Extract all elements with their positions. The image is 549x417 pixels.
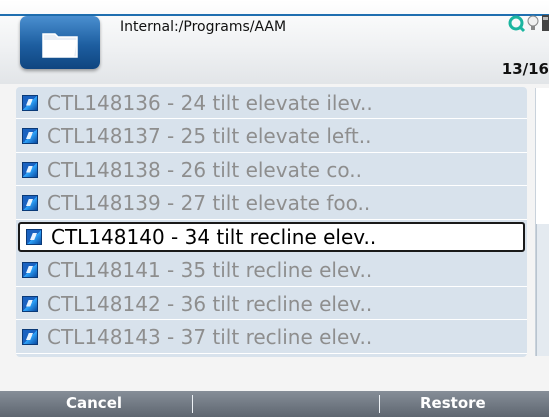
item-counter: 13/16 (501, 60, 549, 78)
cancel-button[interactable]: Cancel (66, 394, 122, 412)
restore-button[interactable]: Restore (420, 394, 486, 412)
storage-icon[interactable] (542, 15, 549, 31)
list-item[interactable]: CTL148142 - 36 tilt recline elev.. (16, 288, 527, 320)
current-path: Internal:/Programs/AAM (120, 19, 287, 35)
program-file-icon (22, 128, 38, 144)
list-item-label: CTL148137 - 25 tilt elevate left.. (47, 124, 372, 148)
program-file-icon (22, 295, 38, 312)
folder-glyph-icon (42, 32, 78, 58)
softkey-bar: Cancel Restore (0, 391, 549, 417)
search-icon[interactable] (508, 15, 526, 33)
softkey-divider (192, 395, 193, 413)
program-file-icon (22, 94, 38, 111)
scrollbar-thumb[interactable] (536, 224, 549, 356)
list-item[interactable]: CTL148143 - 37 tilt recline elev.. (16, 322, 527, 354)
program-file-icon (22, 195, 38, 211)
program-file-icon (22, 262, 38, 278)
list-item-label: CTL148138 - 26 tilt elevate co.. (47, 157, 362, 182)
list-item-label: CTL148139 - 27 tilt elevate foo.. (47, 191, 371, 215)
program-file-icon (22, 329, 38, 345)
list-item-label: CTL148140 - 34 tilt recline elev.. (51, 225, 377, 249)
list-item[interactable]: CTL148138 - 26 tilt elevate co.. (16, 154, 527, 186)
list-item-label: CTL148142 - 36 tilt recline elev.. (47, 291, 373, 316)
softkey-divider (379, 395, 380, 413)
toolbar-icons (505, 12, 549, 40)
list-item-label: CTL148136 - 24 tilt elevate ilev.. (47, 90, 373, 115)
list-item[interactable]: CTL148139 - 27 tilt elevate foo.. (16, 188, 527, 220)
list-item[interactable]: CTL148141 - 35 tilt recline elev.. (16, 255, 527, 287)
program-file-icon (22, 161, 38, 178)
program-file-icon (26, 229, 42, 245)
header-bar: Internal:/Programs/AAM 13/16 (0, 0, 549, 84)
list-item[interactable]: CTL148136 - 24 tilt elevate ilev.. (16, 87, 527, 119)
folder-icon[interactable] (20, 16, 100, 69)
list-item-selected[interactable]: CTL148140 - 34 tilt recline elev.. (18, 222, 525, 252)
program-list: CTL148136 - 24 tilt elevate ilev.. CTL148… (16, 87, 527, 357)
list-item[interactable]: CTL148137 - 25 tilt elevate left.. (16, 121, 527, 153)
list-item-label: CTL148141 - 35 tilt recline elev.. (47, 258, 373, 282)
list-item-label: CTL148143 - 37 tilt recline elev.. (47, 325, 373, 349)
lightbulb-icon[interactable] (527, 15, 539, 30)
